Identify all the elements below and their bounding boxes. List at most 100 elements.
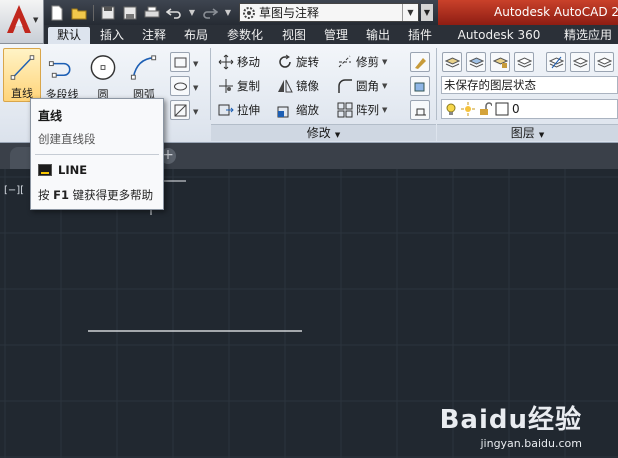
redo-dropdown-icon[interactable]: ▼ [223, 8, 233, 17]
tooltip-title: 直线 [38, 109, 63, 123]
tooltip-description: 创建直线段 [38, 132, 96, 146]
tab-insert[interactable]: 插入 [96, 27, 128, 44]
rotate-button[interactable]: 旋转 [277, 52, 319, 71]
explode-icon[interactable] [410, 76, 430, 96]
chevron-down-icon: ▼ [538, 131, 545, 139]
polyline-button[interactable]: 多段线 [43, 48, 81, 102]
current-layer-dropdown[interactable]: 0 [441, 99, 618, 119]
viewport-control[interactable]: [−][ [4, 185, 24, 196]
mirror-button[interactable]: 镜像 [277, 76, 319, 95]
help-prefix: 按 [38, 188, 54, 202]
save-as-icon[interactable] [121, 4, 139, 22]
layer-off-icon[interactable] [570, 52, 590, 72]
workspace-selector[interactable]: 草图与注释 ▼ [239, 3, 419, 22]
fillet-label: 圆角 [356, 78, 379, 93]
tab-manage[interactable]: 管理 [320, 27, 352, 44]
chevron-down-icon[interactable]: ▼ [382, 82, 387, 90]
erase-icon[interactable] [410, 52, 430, 72]
layer-state-dropdown[interactable]: 未保存的图层状态 [441, 76, 618, 94]
layer-match-icon[interactable] [514, 52, 534, 72]
drawing-canvas[interactable]: [−][ Baidu经验 jingyan.baidu.com [0, 169, 618, 458]
fillet-icon [338, 78, 352, 93]
tab-featured-apps[interactable]: 精选应用 [558, 27, 618, 44]
redo-icon[interactable] [201, 4, 219, 22]
layer-properties-icon[interactable] [442, 52, 462, 72]
chevron-down-icon[interactable]: ▼ [402, 4, 418, 21]
rotate-label: 旋转 [296, 54, 319, 69]
stretch-icon [218, 104, 234, 115]
chevron-down-icon[interactable]: ▼ [193, 54, 198, 73]
line-icon [10, 55, 35, 80]
hatch-icon[interactable] [170, 100, 190, 120]
undo-dropdown-icon[interactable]: ▼ [187, 8, 197, 17]
polyline-icon [48, 61, 71, 78]
quick-access-toolbar: ▼ ▼ [48, 3, 233, 22]
stretch-label: 拉伸 [237, 102, 260, 117]
new-file-icon[interactable] [48, 4, 66, 22]
layer-walk-icon[interactable] [594, 52, 614, 72]
tab-layout[interactable]: 布局 [180, 27, 212, 44]
layer-isolate-icon[interactable] [546, 52, 566, 72]
scale-label: 缩放 [296, 102, 319, 117]
help-suffix: 键获得更多帮助 [69, 188, 154, 202]
rectangle-icon[interactable] [170, 52, 190, 72]
line-button[interactable]: 直线 [3, 48, 41, 102]
watermark-url: jingyan.baidu.com [480, 437, 582, 450]
title-bar: ▼ ▼ 草图与注释 ▼ ▼ Autodesk AutoCAD 20 [0, 0, 618, 25]
arc-icon [130, 55, 157, 80]
tab-default[interactable]: 默认 [48, 27, 90, 44]
application-menu-button[interactable]: ▼ [0, 0, 44, 44]
copy-icon [219, 78, 233, 93]
ribbon-tab-bar: 默认 插入 注释 布局 参数化 视图 管理 输出 插件 Autodesk 360… [0, 25, 618, 44]
tooltip-help: 按 F1 键获得更多帮助 [38, 187, 153, 203]
chevron-down-icon: ▼ [33, 16, 39, 24]
tab-plugins[interactable]: 插件 [404, 27, 436, 44]
autocad-logo-icon [7, 5, 31, 33]
tab-output[interactable]: 输出 [362, 27, 394, 44]
modify-panel-title[interactable]: 修改 ▼ [211, 124, 436, 141]
panel-separator [436, 48, 437, 120]
tab-view[interactable]: 视图 [278, 27, 310, 44]
unlock-icon [480, 102, 492, 115]
layer-freeze-icon[interactable] [466, 52, 486, 72]
chevron-down-icon[interactable]: ▼ [382, 58, 387, 66]
array-icon [337, 102, 353, 117]
layer-color-swatch [495, 102, 509, 116]
chevron-down-icon[interactable]: ▼ [193, 102, 198, 121]
print-icon[interactable] [143, 4, 161, 22]
customize-toolbar-icon[interactable]: ▼ [421, 4, 433, 21]
chevron-down-icon[interactable]: ▼ [193, 78, 198, 97]
lightbulb-icon [446, 103, 456, 115]
modify-panel-title-text: 修改 [306, 126, 331, 140]
trim-icon [338, 55, 351, 67]
layers-panel-title[interactable]: 图层 ▼ [437, 124, 618, 141]
ellipse-icon[interactable] [170, 76, 190, 96]
save-icon[interactable] [99, 4, 117, 22]
layer-lock-icon[interactable] [490, 52, 510, 72]
move-button[interactable]: 移动 [218, 52, 260, 71]
command-line-icon [38, 164, 52, 176]
layers-panel-title-text: 图层 [510, 126, 535, 140]
tab-autodesk-360[interactable]: Autodesk 360 [446, 27, 552, 44]
copy-button[interactable]: 复制 [218, 76, 260, 95]
tab-annotate[interactable]: 注释 [138, 27, 170, 44]
circle-button[interactable]: 圆 [84, 48, 122, 102]
chevron-down-icon: ▼ [334, 131, 341, 139]
trim-label: 修剪 [356, 54, 379, 69]
tab-parametric[interactable]: 参数化 [222, 27, 268, 44]
copy-label: 复制 [237, 78, 260, 93]
panel-separator [210, 48, 211, 120]
undo-icon[interactable] [165, 4, 183, 22]
chevron-down-icon[interactable]: ▼ [382, 106, 387, 114]
move-icon [218, 54, 234, 69]
workspace-label: 草图与注释 [259, 6, 320, 20]
array-button[interactable]: 阵列 ▼ [337, 100, 387, 119]
fillet-button[interactable]: 圆角 ▼ [337, 76, 387, 95]
app-title: Autodesk AutoCAD 20 [438, 0, 618, 25]
stretch-button[interactable]: 拉伸 [218, 100, 260, 119]
trim-button[interactable]: 修剪 ▼ [337, 52, 387, 71]
open-folder-icon[interactable] [70, 4, 88, 22]
arc-button[interactable]: 圆弧 [125, 48, 163, 102]
offset-icon[interactable] [410, 100, 430, 120]
scale-button[interactable]: 缩放 [277, 100, 319, 119]
